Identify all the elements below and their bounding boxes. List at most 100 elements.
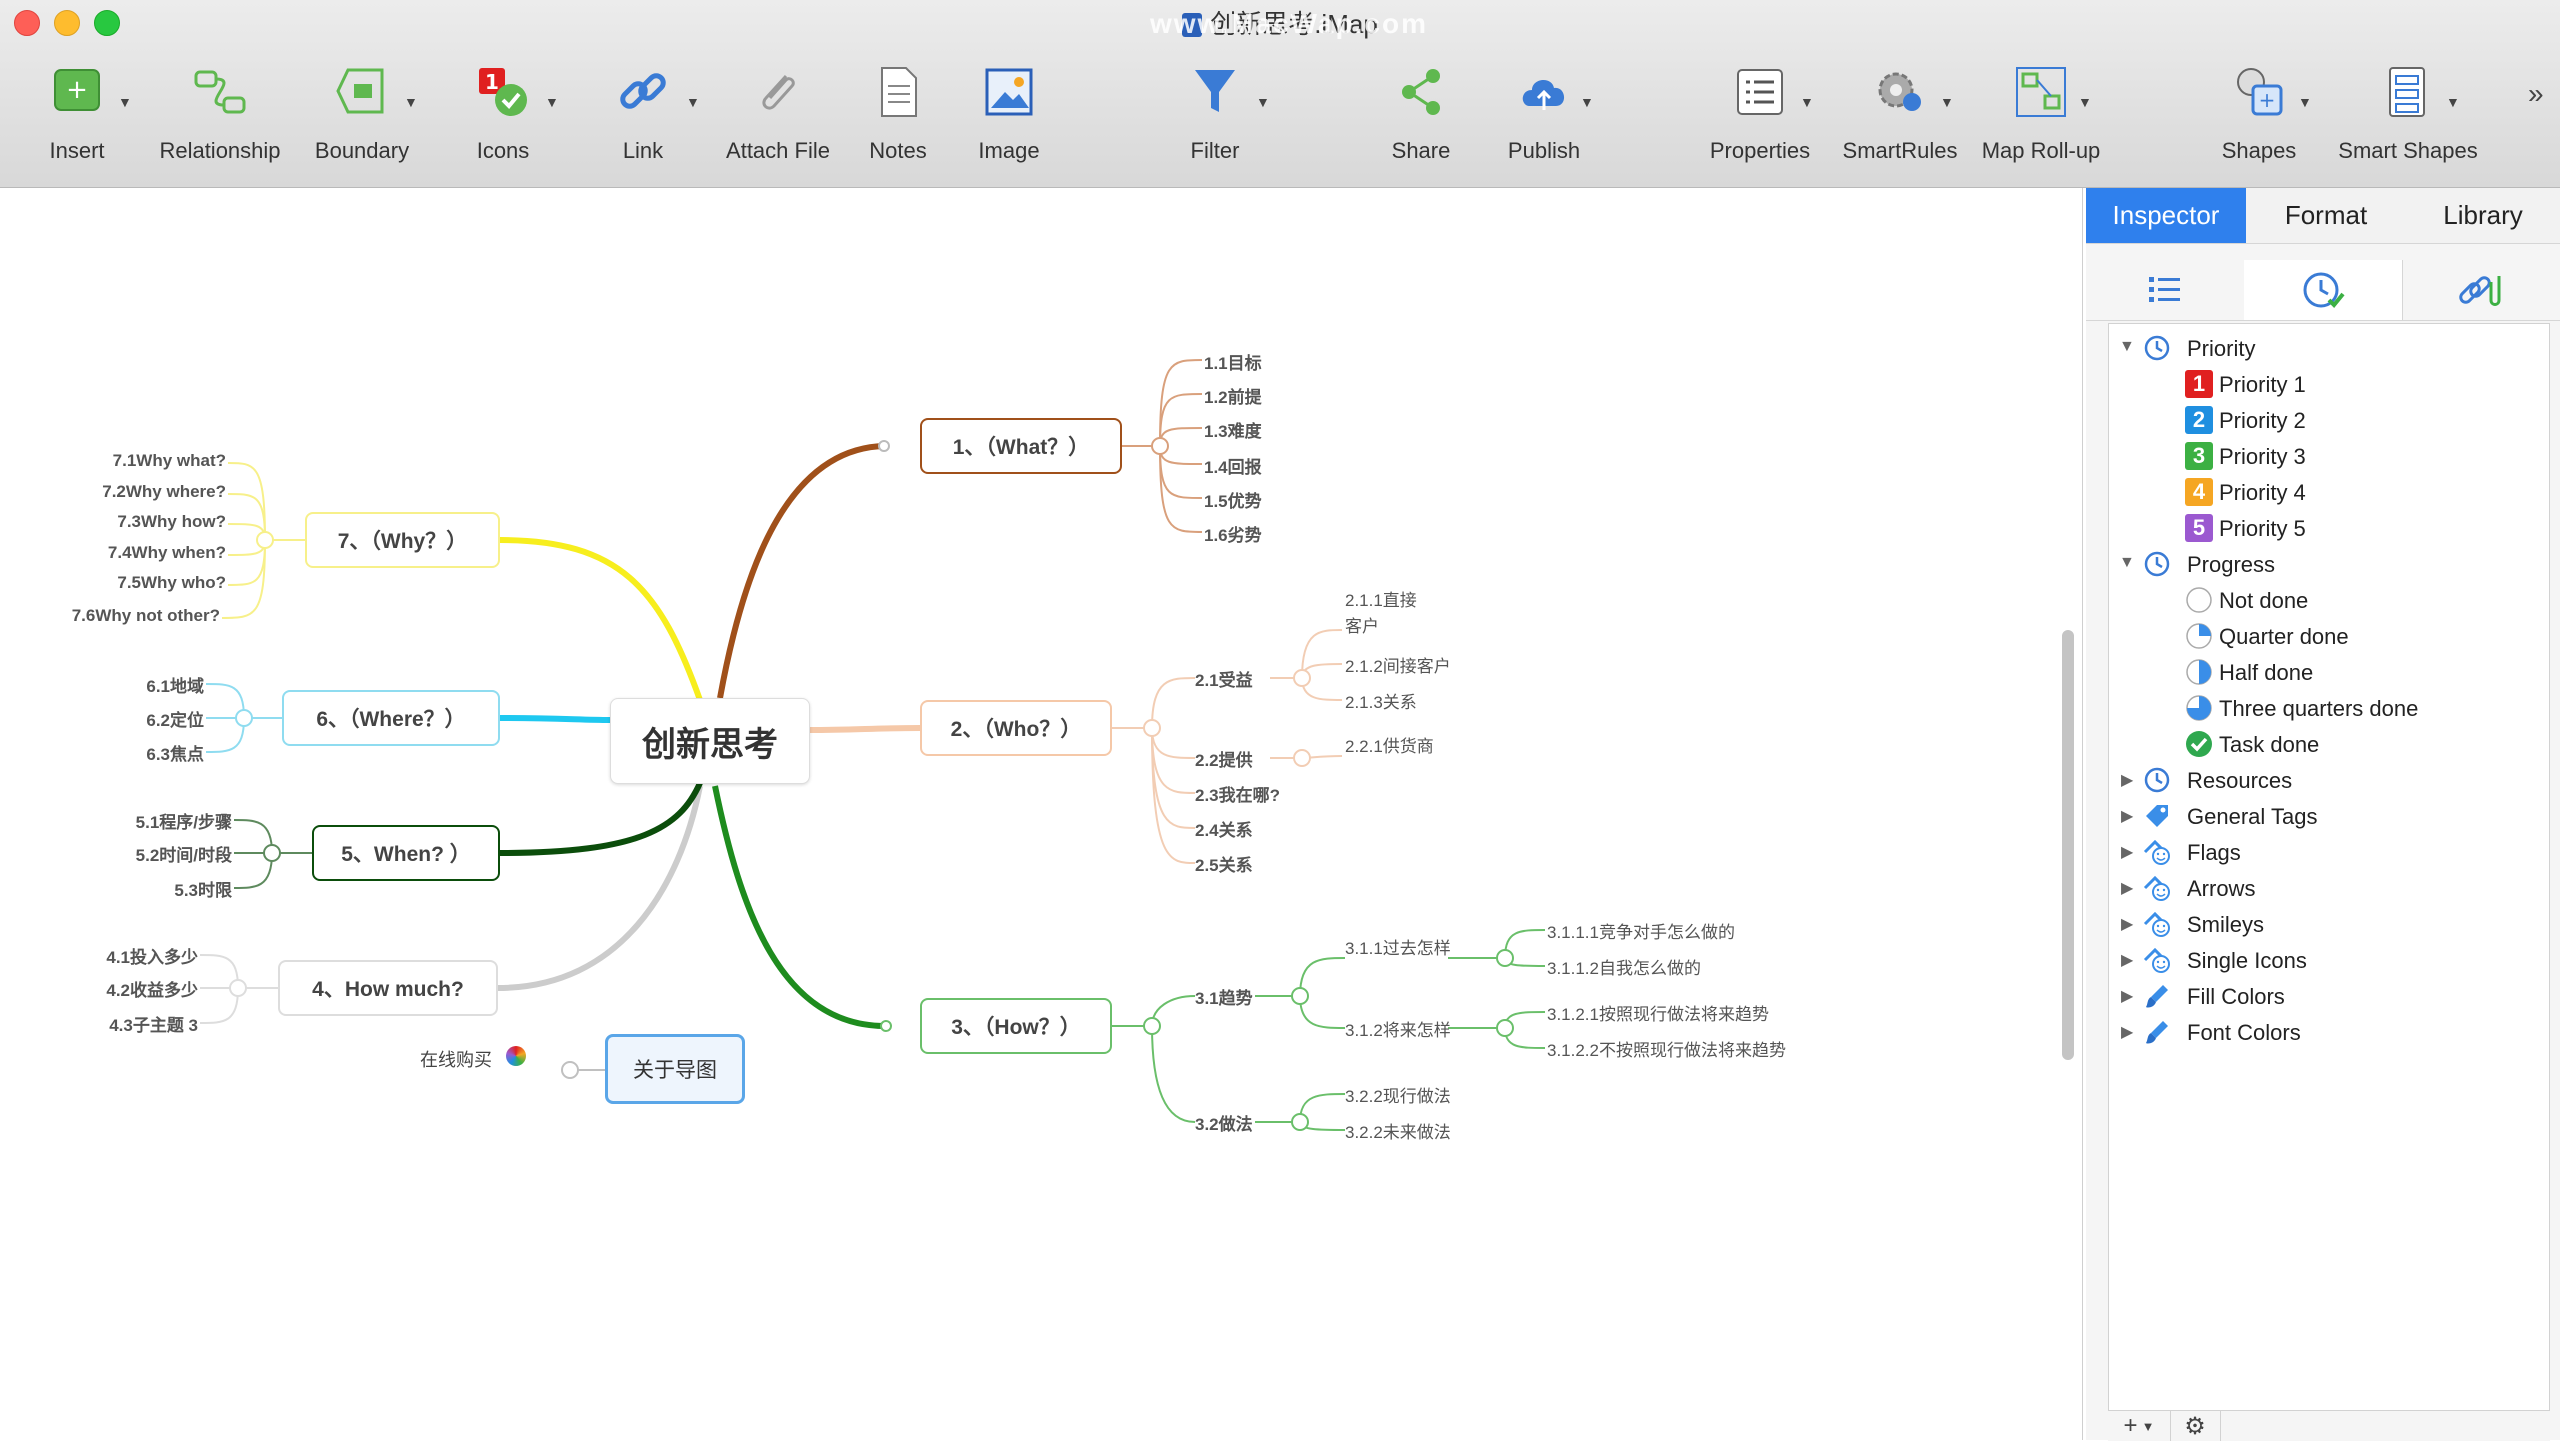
toolbar-share-button[interactable]: Share [1376, 62, 1466, 164]
toolbar-relationship-button[interactable]: Relationship [150, 62, 290, 164]
leaf-4-1[interactable]: 4.1投入多少 [30, 943, 198, 968]
leaf-1-5[interactable]: 1.5优势 [1204, 487, 1262, 512]
leaf-4-2[interactable]: 4.2收益多少 [30, 976, 198, 1001]
disclosure-closed-icon[interactable]: ▶ [2121, 770, 2133, 790]
tree-group-single-icons[interactable]: ▶ Single Icons [2109, 942, 2547, 978]
leaf-2-1-3[interactable]: 2.1.3关系 [1345, 688, 1417, 713]
disclosure-closed-icon[interactable]: ▶ [2121, 914, 2133, 934]
close-window-button[interactable] [14, 10, 40, 36]
tree-group-progress[interactable]: ▼ Progress [2109, 546, 2547, 582]
tree-group-fill-colors[interactable]: ▶ Fill Colors [2109, 978, 2547, 1014]
leaf-1-2[interactable]: 1.2前提 [1204, 383, 1262, 408]
toolbar-shapes-button[interactable]: + Shapes [2206, 62, 2312, 164]
map-rollup-dropdown-arrow[interactable]: ▼ [2078, 94, 2092, 110]
leaf-2-5[interactable]: 2.5关系 [1195, 851, 1253, 876]
leaf-2-1[interactable]: 2.1受益 [1195, 666, 1253, 691]
leaf-7-6[interactable]: 7.6Why not other? [10, 606, 220, 626]
buy-online-link[interactable]: 在线购买 [420, 1046, 492, 1072]
smartrules-dropdown-arrow[interactable]: ▼ [1940, 94, 1954, 110]
tree-item-priority-1[interactable]: 1 Priority 1 [2109, 366, 2547, 402]
tree-group-smileys[interactable]: ▶ Smileys [2109, 906, 2547, 942]
leaf-5-2[interactable]: 5.2时间/时段 [40, 841, 232, 866]
leaf-2-3[interactable]: 2.3我在哪? [1195, 781, 1280, 806]
leaf-6-1[interactable]: 6.1地域 [60, 672, 204, 697]
tab-format[interactable]: Format [2246, 188, 2406, 243]
disclosure-closed-icon[interactable]: ▶ [2121, 1022, 2133, 1042]
canvas-vertical-scrollbar[interactable] [2062, 630, 2074, 1060]
subtab-links-attachments[interactable] [2402, 260, 2560, 320]
toolbar-image-button[interactable]: Image [964, 62, 1054, 164]
tree-group-resources[interactable]: ▶ Resources [2109, 762, 2547, 798]
topic-where[interactable]: 6、（Where？） [282, 690, 500, 746]
tree-group-arrows[interactable]: ▶ Arrows [2109, 870, 2547, 906]
publish-dropdown-arrow[interactable]: ▼ [1580, 94, 1594, 110]
leaf-3-1-1[interactable]: 3.1.1过去怎样 [1345, 934, 1451, 959]
leaf-3-2[interactable]: 3.2做法 [1195, 1110, 1253, 1135]
central-topic[interactable]: 创新思考 [610, 698, 810, 784]
disclosure-closed-icon[interactable]: ▶ [2121, 878, 2133, 898]
tree-item-task-done[interactable]: Task done [2109, 726, 2547, 762]
tree-item-priority-5[interactable]: 5 Priority 5 [2109, 510, 2547, 546]
tree-group-priority[interactable]: ▼ Priority [2109, 330, 2547, 366]
topic-when[interactable]: 5、When? ） [312, 825, 500, 881]
leaf-5-3[interactable]: 5.3时限 [40, 876, 232, 901]
tree-group-general-tags[interactable]: ▶ General Tags [2109, 798, 2547, 834]
leaf-1-4[interactable]: 1.4回报 [1204, 453, 1262, 478]
leaf-1-3[interactable]: 1.3难度 [1204, 417, 1262, 442]
leaf-1-1[interactable]: 1.1目标 [1204, 349, 1262, 374]
subtab-topic-list[interactable] [2086, 260, 2245, 320]
tab-library[interactable]: Library [2406, 188, 2560, 243]
leaf-2-1-2[interactable]: 2.1.2间接客户 [1345, 652, 1451, 677]
topic-how-much[interactable]: 4、How much? [278, 960, 498, 1016]
topic-who[interactable]: 2、（Who？） [920, 700, 1112, 756]
properties-dropdown-arrow[interactable]: ▼ [1800, 94, 1814, 110]
minimize-window-button[interactable] [54, 10, 80, 36]
disclosure-open-icon[interactable]: ▼ [2119, 554, 2135, 572]
subtab-task-info[interactable] [2244, 260, 2403, 320]
toolbar-insert-button[interactable]: + Insert [20, 62, 134, 164]
toolbar-link-button[interactable]: Link [590, 62, 696, 164]
leaf-7-4[interactable]: 7.4Why when? [20, 543, 226, 563]
leaf-3-2-1[interactable]: 3.2.2现行做法 [1345, 1082, 1451, 1107]
toolbar-publish-button[interactable]: Publish [1496, 62, 1592, 164]
shapes-dropdown-arrow[interactable]: ▼ [2298, 94, 2312, 110]
add-button[interactable]: + ▼ [2108, 1411, 2171, 1441]
tree-group-font-colors[interactable]: ▶ Font Colors [2109, 1014, 2547, 1050]
settings-gear-button[interactable]: ⚙ [2170, 1411, 2221, 1441]
leaf-5-1[interactable]: 5.1程序/步骤 [40, 808, 232, 833]
toolbar-overflow-button[interactable]: » [2528, 78, 2544, 110]
toolbar-smart-shapes-button[interactable]: Smart Shapes [2330, 62, 2486, 164]
leaf-3-1-2[interactable]: 3.1.2将来怎样 [1345, 1016, 1451, 1041]
disclosure-closed-icon[interactable]: ▶ [2121, 806, 2133, 826]
tree-item-priority-4[interactable]: 4 Priority 4 [2109, 474, 2547, 510]
tree-item-quarter-done[interactable]: Quarter done [2109, 618, 2547, 654]
leaf-2-2[interactable]: 2.2提供 [1195, 746, 1253, 771]
about-map-topic[interactable]: 关于导图 [605, 1034, 745, 1104]
toolbar-notes-button[interactable]: Notes [858, 62, 938, 164]
maximize-window-button[interactable] [94, 10, 120, 36]
toolbar-properties-button[interactable]: Properties [1700, 62, 1820, 164]
disclosure-open-icon[interactable]: ▼ [2119, 338, 2135, 356]
leaf-7-2[interactable]: 7.2Why where? [20, 482, 226, 502]
leaf-6-2[interactable]: 6.2定位 [60, 706, 204, 731]
leaf-3-1[interactable]: 3.1趋势 [1195, 984, 1253, 1009]
leaf-4-3[interactable]: 4.3子主题 3 [30, 1011, 198, 1036]
disclosure-closed-icon[interactable]: ▶ [2121, 842, 2133, 862]
leaf-2-1-1[interactable]: 2.1.1直接客户 [1345, 588, 1425, 640]
disclosure-closed-icon[interactable]: ▶ [2121, 950, 2133, 970]
topic-why[interactable]: 7、（Why？） [305, 512, 500, 568]
boundary-dropdown-arrow[interactable]: ▼ [404, 94, 418, 110]
tree-item-not-done[interactable]: Not done [2109, 582, 2547, 618]
icons-dropdown-arrow[interactable]: ▼ [545, 94, 559, 110]
leaf-7-1[interactable]: 7.1Why what? [20, 451, 226, 471]
leaf-7-3[interactable]: 7.3Why how? [20, 512, 226, 532]
leaf-3-1-2-2[interactable]: 3.1.2.2不按照现行做法将来趋势 [1547, 1036, 1786, 1061]
leaf-3-2-2[interactable]: 3.2.2未来做法 [1345, 1118, 1451, 1143]
leaf-7-5[interactable]: 7.5Why who? [20, 573, 226, 593]
leaf-3-1-2-1[interactable]: 3.1.2.1按照现行做法将来趋势 [1547, 1000, 1769, 1025]
leaf-2-4[interactable]: 2.4关系 [1195, 816, 1253, 841]
link-dropdown-arrow[interactable]: ▼ [686, 94, 700, 110]
panel-divider[interactable] [2082, 188, 2083, 1440]
leaf-6-3[interactable]: 6.3焦点 [60, 740, 204, 765]
topic-how[interactable]: 3、（How？） [920, 998, 1112, 1054]
